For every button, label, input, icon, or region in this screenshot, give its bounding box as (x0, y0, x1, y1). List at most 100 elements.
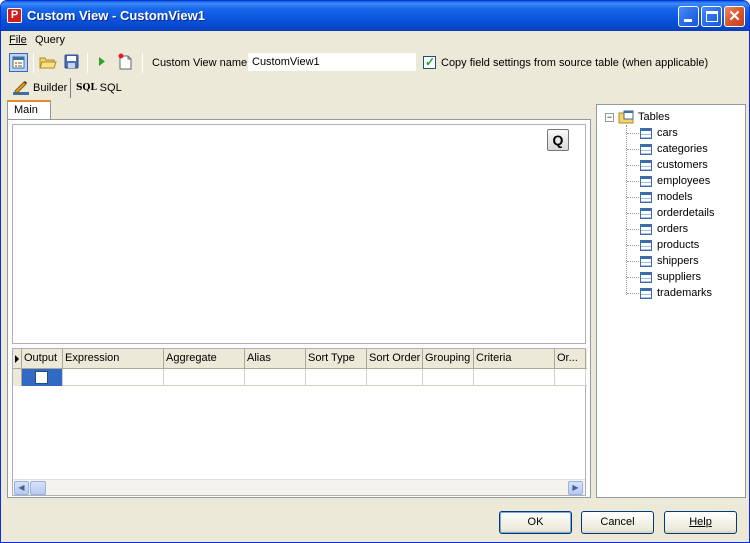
table-row[interactable] (13, 369, 587, 386)
new-button[interactable] (117, 53, 136, 72)
sql-mode-button[interactable]: SQL SQL (73, 78, 125, 98)
tree-connector (627, 228, 639, 230)
tree-item-label: trademarks (657, 287, 713, 299)
help-button[interactable]: Help (664, 511, 737, 534)
col-output[interactable]: Output (22, 349, 63, 369)
help-label: Help (689, 516, 712, 528)
cancel-button[interactable]: Cancel (581, 511, 654, 534)
cell-output[interactable] (22, 369, 63, 386)
title-bar[interactable]: P Custom View - CustomView1 ✕ (1, 1, 749, 31)
cell-or[interactable] (555, 369, 586, 386)
col-sort-type[interactable]: Sort Type (306, 349, 367, 369)
mode-bar: Builder SQL SQL (3, 77, 747, 99)
cell-expression[interactable] (63, 369, 164, 386)
row-selector[interactable] (13, 369, 22, 386)
col-alias[interactable]: Alias (245, 349, 306, 369)
copy-settings-label[interactable]: Copy field settings from source table (w… (441, 57, 708, 69)
tree-connector (627, 292, 639, 294)
copy-settings-checkbox[interactable]: ✓ (423, 55, 436, 69)
query-diagram-canvas[interactable]: Q (12, 124, 586, 344)
tree-item-categories[interactable]: categories (627, 141, 708, 157)
col-grouping[interactable]: Grouping (423, 349, 474, 369)
col-aggregate[interactable]: Aggregate (164, 349, 245, 369)
tree-item-models[interactable]: models (627, 189, 692, 205)
tree-root-tables[interactable]: − Tables (605, 109, 670, 125)
save-button[interactable] (63, 53, 82, 72)
table-icon (640, 287, 652, 299)
horizontal-scrollbar[interactable]: ◀ ▶ (13, 479, 585, 495)
table-icon (640, 127, 652, 139)
tree-item-employees[interactable]: employees (627, 173, 710, 189)
cell-sort-type[interactable] (306, 369, 367, 386)
q-button[interactable]: Q (547, 129, 569, 151)
minimize-button[interactable] (678, 6, 699, 27)
maximize-icon (706, 11, 718, 22)
save-disk-icon (64, 54, 79, 69)
maximize-button[interactable] (701, 6, 722, 27)
tree-item-orderdetails[interactable]: orderdetails (627, 205, 714, 221)
scroll-right-icon[interactable]: ▶ (568, 481, 583, 495)
tree-item-label: models (657, 191, 693, 203)
open-folder-icon (39, 57, 57, 69)
tree-connector (627, 276, 639, 278)
menu-bar: File Query (1, 32, 749, 50)
minimize-icon (684, 19, 692, 22)
scroll-left-icon[interactable]: ◀ (14, 481, 29, 495)
tree-item-label: employees (657, 175, 711, 187)
checkmark-icon: ✓ (425, 55, 436, 69)
tree-connector (627, 164, 639, 166)
cell-aggregate[interactable] (164, 369, 245, 386)
output-checkbox[interactable] (35, 371, 48, 384)
tree-connector (627, 132, 639, 134)
toolbar-separator (87, 53, 88, 73)
tab-main[interactable]: Main (7, 100, 51, 120)
table-icon (640, 191, 652, 203)
open-button[interactable] (39, 53, 58, 72)
table-icon (640, 223, 652, 235)
tree-item-label: categories (657, 143, 708, 155)
run-button[interactable] (93, 53, 112, 72)
close-icon: ✕ (728, 8, 741, 25)
tree-item-label: shippers (657, 255, 699, 267)
custom-view-name-input[interactable] (248, 53, 416, 71)
tables-folder-icon (618, 110, 634, 124)
tree-item-cars[interactable]: cars (627, 125, 678, 141)
tree-item-trademarks[interactable]: trademarks (627, 285, 712, 301)
row-indicator-icon (13, 349, 22, 369)
ok-button[interactable]: OK (499, 511, 572, 534)
cell-alias[interactable] (245, 369, 306, 386)
cell-criteria[interactable] (474, 369, 555, 386)
custom-view-window: P Custom View - CustomView1 ✕ File Query… (0, 0, 750, 543)
window-title: Custom View - CustomView1 (27, 8, 205, 23)
tree-connector (627, 212, 639, 214)
toolbar-separator (142, 53, 143, 73)
table-icon (640, 255, 652, 267)
tree-item-label: products (657, 239, 700, 251)
tree-item-suppliers[interactable]: suppliers (627, 269, 701, 285)
tree-item-orders[interactable]: orders (627, 221, 688, 237)
col-criteria[interactable]: Criteria (474, 349, 555, 369)
tree-item-customers[interactable]: customers (627, 157, 708, 173)
tree-connector (627, 180, 639, 182)
criteria-grid[interactable]: Output Expression Aggregate Alias Sort T… (12, 348, 587, 496)
builder-mode-button[interactable]: Builder (9, 78, 72, 98)
tree-item-shippers[interactable]: shippers (627, 253, 699, 269)
col-expression[interactable]: Expression (63, 349, 164, 369)
tree-item-products[interactable]: products (627, 237, 699, 253)
menu-query[interactable]: Query (35, 34, 65, 46)
table-icon (640, 271, 652, 283)
cell-grouping[interactable] (423, 369, 474, 386)
tree-connector (627, 244, 639, 246)
col-sort-order[interactable]: Sort Order (367, 349, 423, 369)
builder-icon (13, 81, 29, 95)
col-or[interactable]: Or... (555, 349, 586, 369)
menu-file[interactable]: File (9, 34, 27, 46)
app-icon: P (7, 8, 22, 23)
play-icon (99, 57, 105, 66)
main-panel: Q Output Expression Aggregate Alias Sort… (7, 119, 591, 498)
scroll-thumb[interactable] (30, 481, 46, 495)
properties-button[interactable] (9, 53, 28, 72)
cell-sort-order[interactable] (367, 369, 423, 386)
close-button[interactable]: ✕ (724, 6, 745, 27)
collapse-icon[interactable]: − (605, 112, 614, 122)
